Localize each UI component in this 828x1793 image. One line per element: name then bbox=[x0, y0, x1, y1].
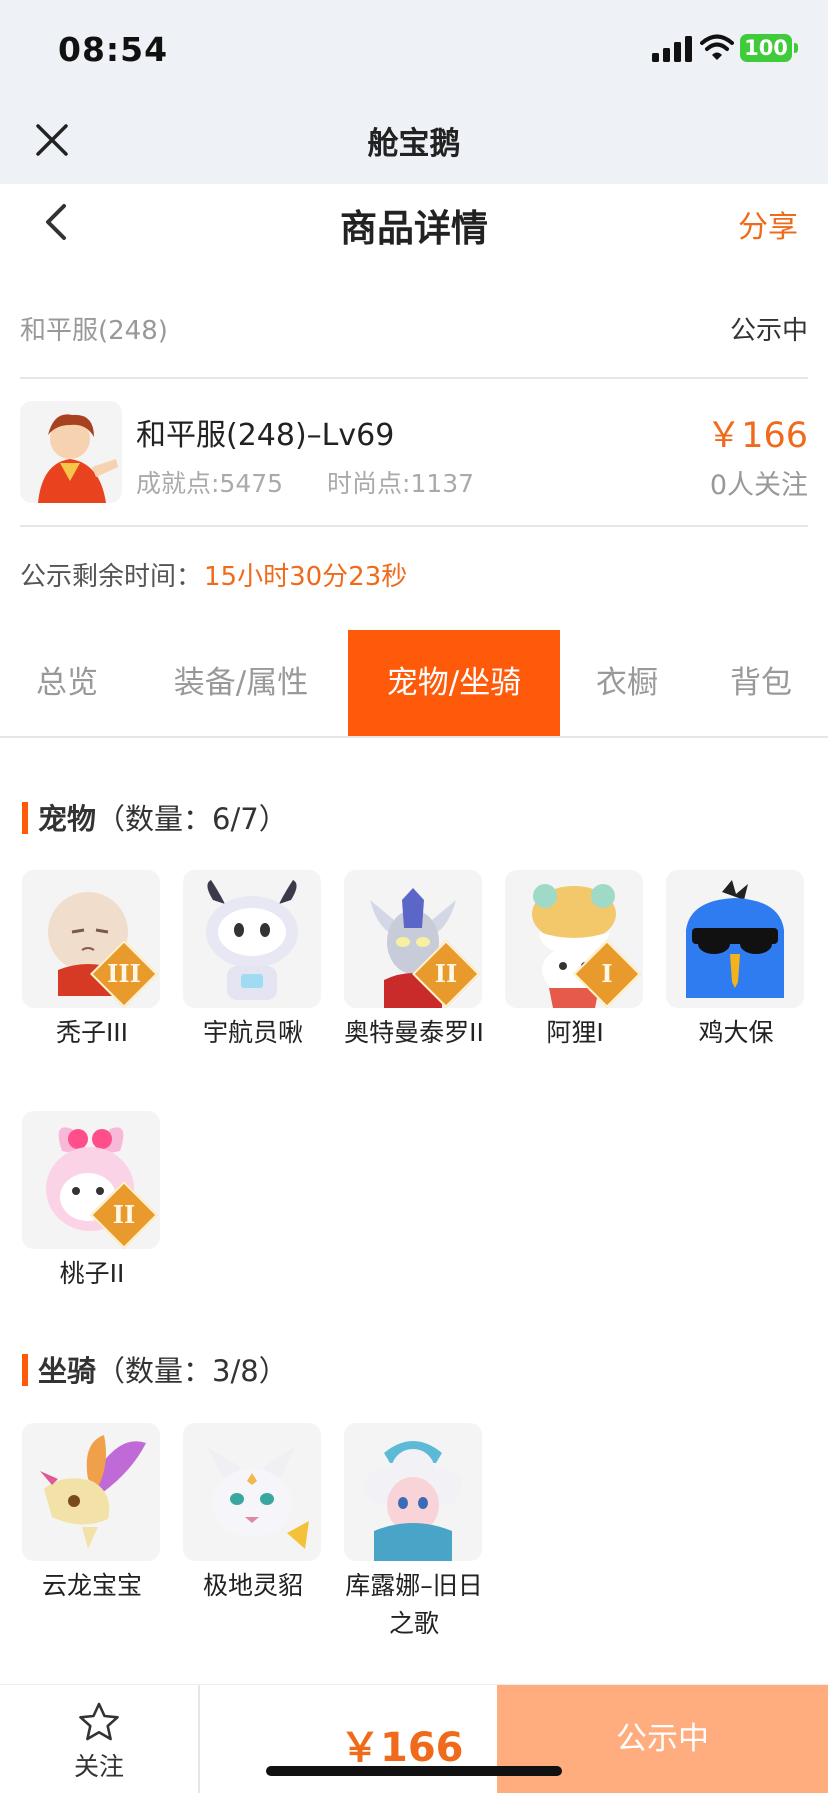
tab-pets-mounts[interactable]: 宠物/坐骑 bbox=[348, 630, 560, 736]
pet-name: 桃子II bbox=[59, 1259, 125, 1288]
pet-item[interactable]: 鸡大保 bbox=[666, 870, 806, 1052]
pet-item[interactable]: 宇航员啾 bbox=[183, 870, 323, 1052]
tab-wardrobe[interactable]: 衣橱 bbox=[560, 630, 694, 736]
publicity-status-button[interactable]: 公示中 bbox=[497, 1685, 828, 1793]
pet-name: 阿狸I bbox=[546, 1018, 604, 1047]
pet-thumbnail: I bbox=[505, 870, 643, 1008]
mount-name: 云龙宝宝 bbox=[41, 1571, 142, 1600]
pet-name: 鸡大保 bbox=[698, 1018, 774, 1047]
detail-tabs: 总览 装备/属性 宠物/坐骑 衣橱 背包 bbox=[0, 630, 828, 738]
listing-status: 公示中 bbox=[729, 316, 808, 346]
divider bbox=[20, 525, 808, 527]
bottom-price: ￥166 bbox=[340, 1725, 464, 1771]
achievement-points: 成就点:5475 bbox=[136, 469, 284, 498]
pet-name: 奥特曼泰罗II bbox=[344, 1018, 484, 1047]
fashion-points: 时尚点:1137 bbox=[327, 469, 475, 498]
character-avatar bbox=[20, 401, 122, 503]
app-title: 舱宝鹅 bbox=[367, 126, 461, 162]
home-indicator bbox=[266, 1766, 562, 1776]
follower-count: 0人关注 bbox=[709, 470, 808, 501]
top-header: 08:54 100 舱宝鹅 bbox=[0, 0, 828, 184]
pet-item[interactable]: II 奥特曼泰罗II bbox=[344, 870, 484, 1052]
mount-name: 库露娜–旧日之歌 bbox=[345, 1571, 483, 1638]
cellular-signal-icon bbox=[652, 36, 692, 62]
share-button[interactable]: 分享 bbox=[738, 202, 798, 246]
pet-thumbnail bbox=[183, 870, 321, 1008]
mount-thumbnail bbox=[183, 1423, 321, 1561]
mount-item[interactable]: 库露娜–旧日之歌 bbox=[344, 1423, 484, 1643]
pet-thumbnail: II bbox=[22, 1111, 160, 1249]
page-title: 商品详情 bbox=[340, 207, 488, 250]
follow-label: 关注 bbox=[73, 1752, 124, 1781]
mount-name: 极地灵貂 bbox=[202, 1571, 303, 1600]
star-outline-icon bbox=[79, 1702, 119, 1741]
battery-icon: 100 bbox=[740, 34, 798, 62]
pet-thumbnail: III bbox=[22, 870, 160, 1008]
character-title: 和平服(248)–Lv69 bbox=[136, 418, 395, 453]
pet-item[interactable]: III 秃子III bbox=[22, 870, 162, 1052]
remaining-time-value: 15小时30分23秒 bbox=[204, 562, 408, 592]
pet-thumbnail bbox=[666, 870, 804, 1008]
divider bbox=[20, 377, 808, 379]
server-name: 和平服(248) bbox=[20, 316, 168, 346]
pet-item[interactable]: I 阿狸I bbox=[505, 870, 645, 1052]
wifi-icon bbox=[700, 34, 734, 60]
follow-button[interactable]: 关注 bbox=[0, 1685, 200, 1793]
pet-name: 宇航员啾 bbox=[202, 1018, 303, 1047]
mount-thumbnail bbox=[344, 1423, 482, 1561]
mount-item[interactable]: 云龙宝宝 bbox=[22, 1423, 162, 1605]
pet-item[interactable]: II 桃子II bbox=[22, 1111, 162, 1293]
pet-name: 秃子III bbox=[55, 1018, 129, 1047]
status-time: 08:54 bbox=[58, 30, 169, 69]
remaining-time-label: 公示剩余时间： bbox=[20, 562, 203, 592]
bottom-action-bar: 关注 ￥166 公示中 bbox=[0, 1684, 828, 1793]
mount-thumbnail bbox=[22, 1423, 160, 1561]
mounts-section-title: 坐骑（数量：3/8） bbox=[22, 1348, 288, 1390]
mount-item[interactable]: 极地灵貂 bbox=[183, 1423, 323, 1605]
pets-section-title: 宠物（数量：6/7） bbox=[22, 796, 288, 838]
pet-thumbnail: II bbox=[344, 870, 482, 1008]
tab-equipment[interactable]: 装备/属性 bbox=[134, 630, 348, 736]
character-stats: 成就点:5475 时尚点:1137 bbox=[136, 464, 518, 500]
tab-overview[interactable]: 总览 bbox=[0, 630, 134, 736]
listing-price: ￥166 bbox=[706, 416, 808, 456]
tab-backpack[interactable]: 背包 bbox=[694, 630, 828, 736]
